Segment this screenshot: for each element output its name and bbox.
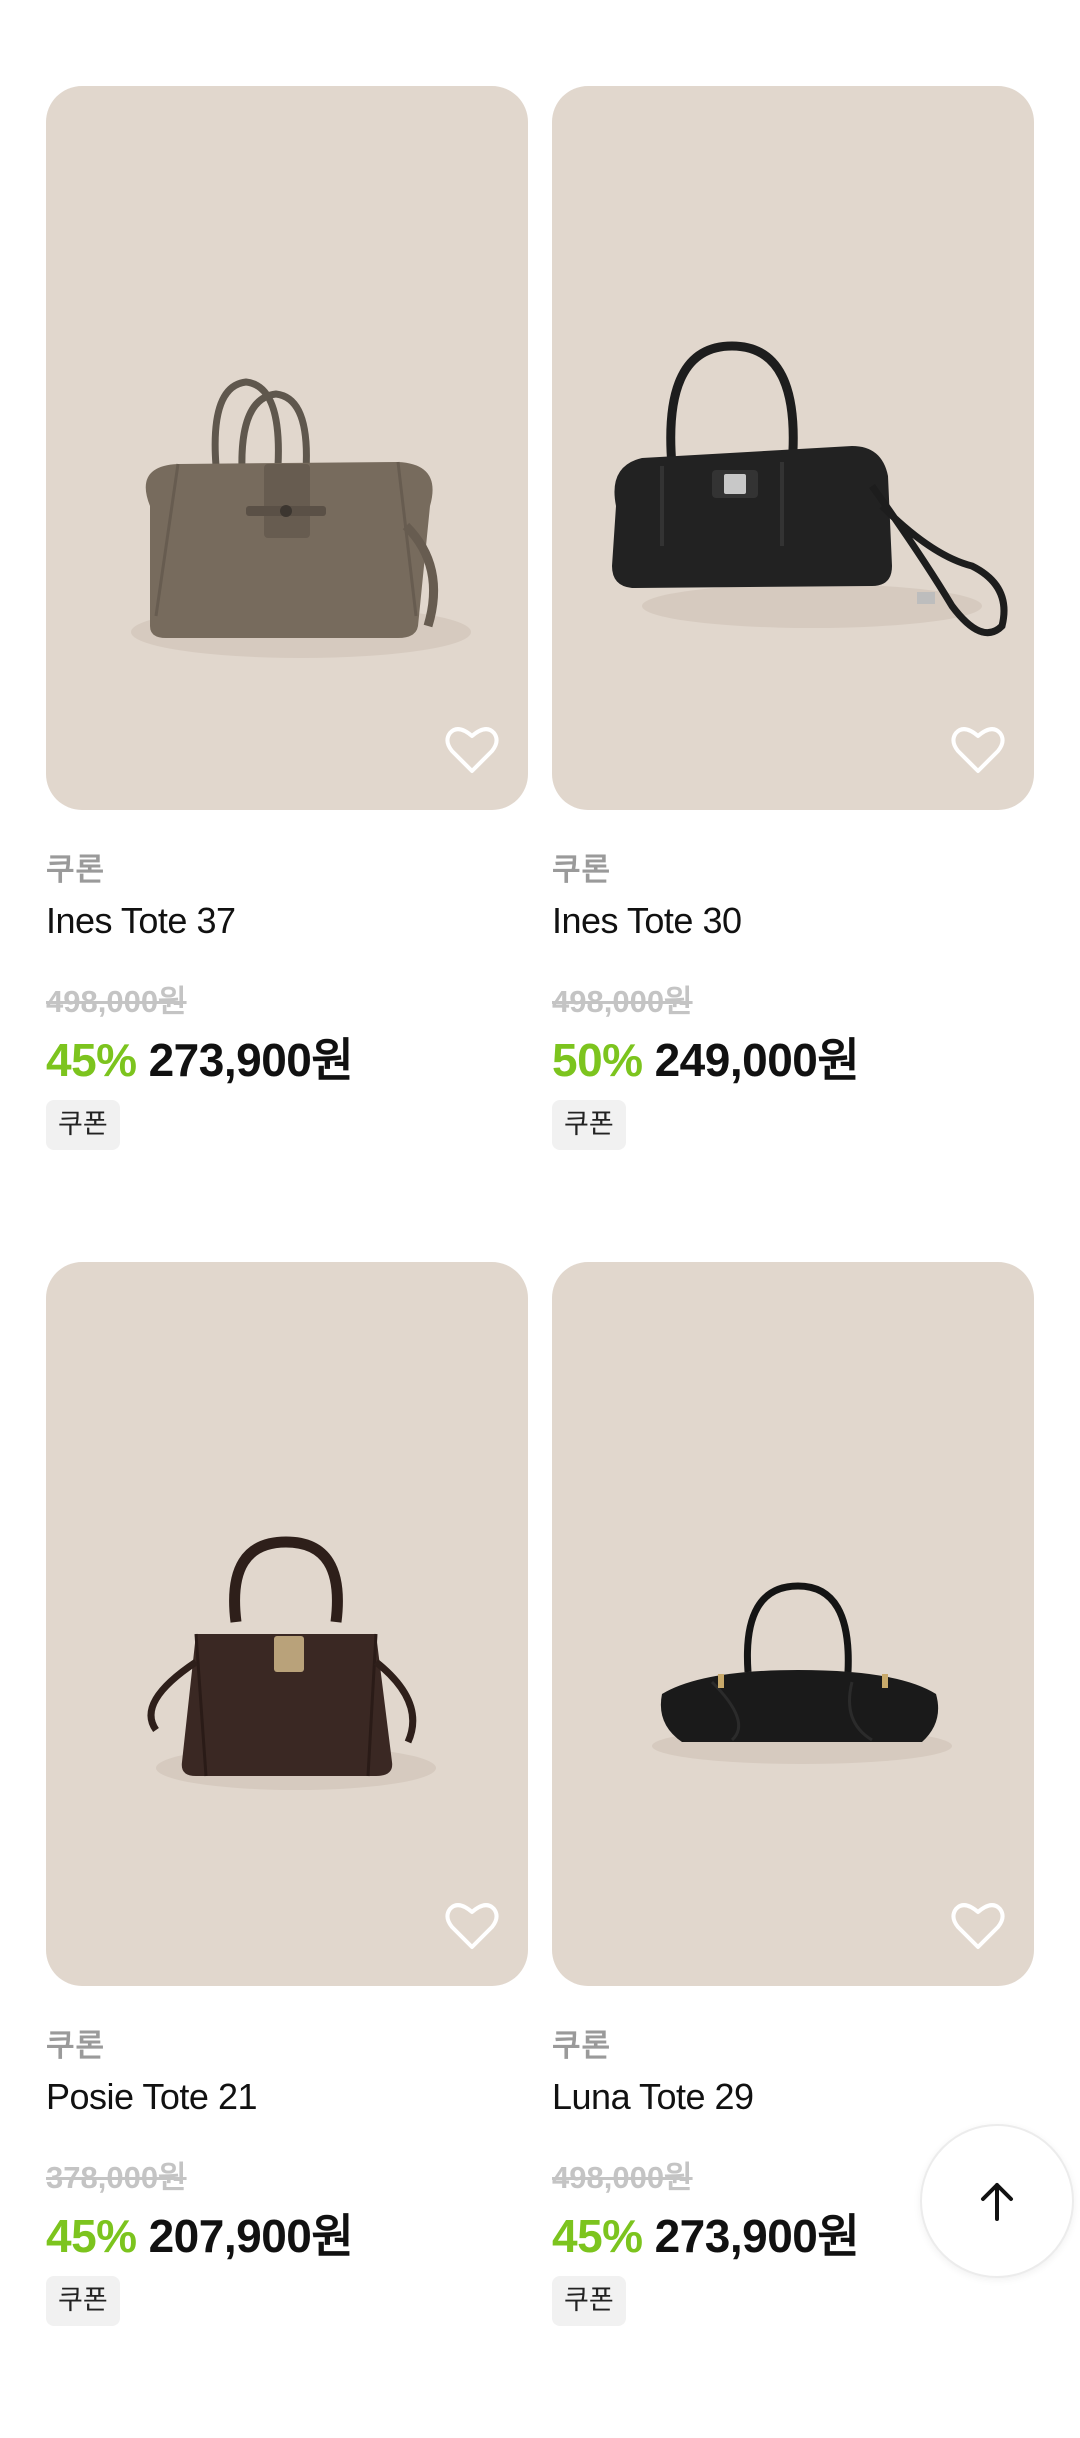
heart-outline-icon [445, 727, 499, 773]
coupon-badge: 쿠폰 [552, 1100, 626, 1150]
discount-rate: 45% [552, 2210, 643, 2262]
discount-rate: 45% [46, 2210, 137, 2262]
product-image[interactable] [552, 86, 1034, 810]
taupe-tote-bag-image [131, 378, 471, 658]
product-name[interactable]: Posie Tote 21 [46, 2076, 258, 2118]
sale-price: 273,900원 [148, 1034, 354, 1086]
sale-price: 207,900원 [148, 2210, 354, 2262]
wishlist-button[interactable] [444, 724, 500, 776]
original-price: 498,000원 [552, 984, 693, 1019]
brand-name: 쿠론 [46, 852, 106, 888]
original-price: 378,000원 [46, 2160, 187, 2195]
black-tote-bag-image [612, 341, 1008, 637]
discount-rate: 50% [552, 1034, 643, 1086]
brown-croc-tote-bag-image [147, 1536, 436, 1790]
heart-outline-icon [951, 727, 1005, 773]
brand-name: 쿠론 [552, 852, 612, 888]
arrow-up-icon [981, 2183, 1013, 2221]
heart-outline-icon [445, 1903, 499, 1949]
brand-name: 쿠론 [46, 2028, 106, 2064]
scroll-to-top-button[interactable] [920, 2124, 1074, 2278]
coupon-badge: 쿠폰 [46, 1100, 120, 1150]
discount-rate: 45% [46, 1034, 137, 1086]
product-image[interactable] [46, 1262, 528, 1986]
product-grid: 쿠론 Ines Tote 37 498,000원 45%273,900원 쿠폰 [46, 86, 1034, 2438]
price-row: 45% 273,900원 [552, 2200, 860, 2266]
product-image[interactable] [552, 1262, 1034, 1986]
original-price: 498,000원 [46, 984, 187, 1019]
product-card[interactable]: 쿠론 Ines Tote 37 498,000원 45% 273,900원 쿠폰 [46, 86, 528, 1262]
brand-name: 쿠론 [552, 2028, 612, 2064]
product-card[interactable]: 쿠론 Ines Tote 30 498,000원 50% 249,000원 쿠폰 [552, 86, 1034, 1262]
original-price: 498,000원 [552, 2160, 693, 2195]
wishlist-button[interactable] [950, 724, 1006, 776]
heart-outline-icon [951, 1903, 1005, 1949]
black-glossy-tote-bag-image [652, 1582, 952, 1764]
product-card[interactable]: 쿠론 Posie Tote 21 378,000원 45% 207,900원 쿠폰 [46, 1262, 528, 2438]
wishlist-button[interactable] [444, 1900, 500, 1952]
price-row: 45% 207,900원 [46, 2200, 354, 2266]
price-row: 45% 273,900원 [46, 1024, 354, 1090]
price-row: 50% 249,000원 [552, 1024, 860, 1090]
product-name[interactable]: Ines Tote 30 [552, 900, 742, 942]
sale-price: 273,900원 [654, 2210, 860, 2262]
product-image[interactable] [46, 86, 528, 810]
product-name[interactable]: Luna Tote 29 [552, 2076, 754, 2118]
sale-price: 249,000원 [654, 1034, 860, 1086]
wishlist-button[interactable] [950, 1900, 1006, 1952]
product-name[interactable]: Ines Tote 37 [46, 900, 236, 942]
